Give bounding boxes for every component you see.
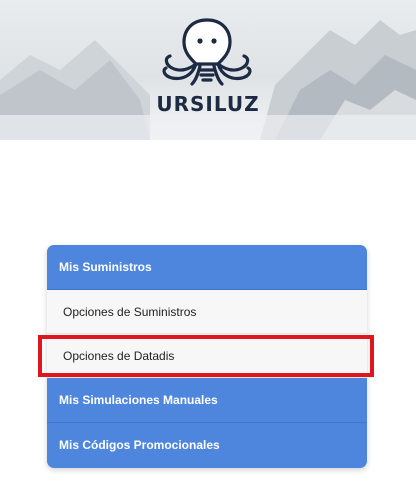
menu-section-mis-simulaciones-manuales[interactable]: Mis Simulaciones Manuales xyxy=(47,378,367,423)
menu-section-mis-suministros[interactable]: Mis Suministros xyxy=(47,245,367,290)
account-menu: Mis Suministros Opciones de Suministros … xyxy=(47,245,367,468)
menu-section-mis-codigos-promocionales[interactable]: Mis Códigos Promocionales xyxy=(47,423,367,468)
submenu-item-opciones-suministros[interactable]: Opciones de Suministros xyxy=(47,290,367,334)
submenu-item-opciones-datadis[interactable]: Opciones de Datadis xyxy=(47,334,367,378)
brand-name: URSILUZ xyxy=(156,92,260,116)
submenu-suministros: Opciones de Suministros Opciones de Data… xyxy=(47,290,367,378)
header-banner: URSILUZ xyxy=(0,0,416,140)
